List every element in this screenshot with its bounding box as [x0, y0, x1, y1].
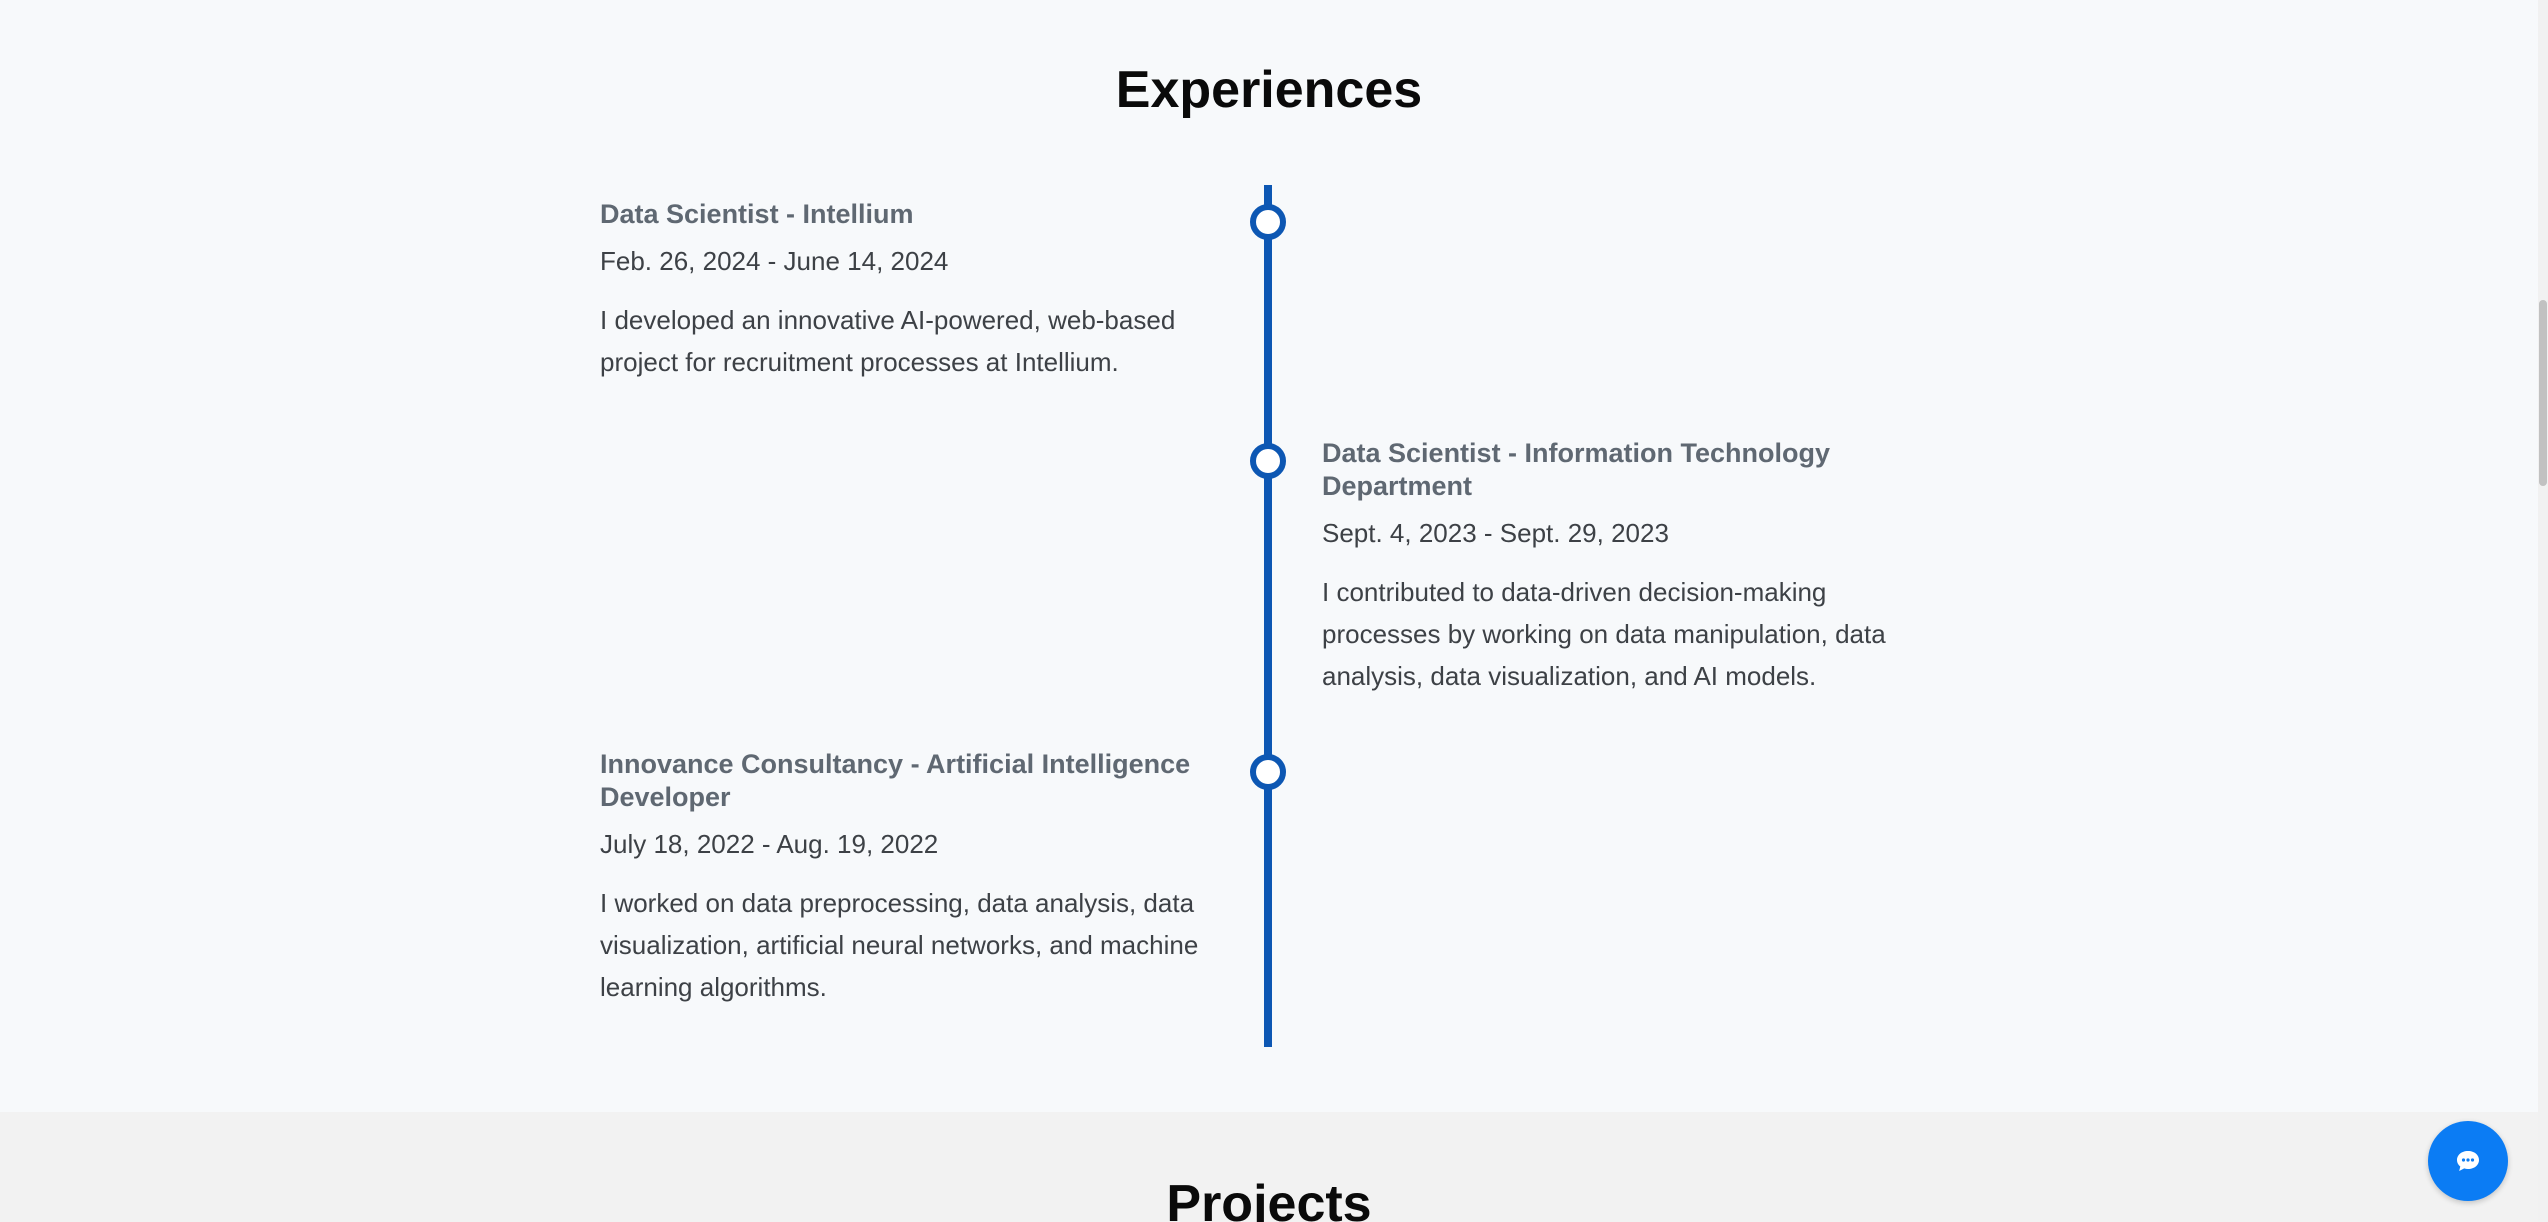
projects-heading: Projects — [1166, 1175, 1372, 1222]
chat-button[interactable] — [2428, 1121, 2508, 1201]
timeline-entry: Data Scientist - Information Technology … — [1322, 437, 1942, 697]
timeline-entry: Innovance Consultancy - Artificial Intel… — [600, 748, 1220, 1008]
chat-bubble-icon — [2457, 1151, 2479, 1171]
experiences-section: Experiences Data Scientist - Intellium F… — [0, 0, 2538, 1112]
experiences-heading: Experiences — [1115, 61, 1423, 119]
entry-date: July 18, 2022 - Aug. 19, 2022 — [600, 829, 939, 859]
entry-title: Innovance Consultancy - Artificial Intel… — [600, 749, 1191, 812]
timeline-line — [1264, 185, 1272, 1047]
timeline-dot-3 — [1250, 754, 1286, 790]
page-scrollbar[interactable] — [2538, 0, 2548, 1222]
entry-description: I developed an innovative AI-powered, we… — [600, 305, 1176, 377]
projects-section: Projects — [0, 1112, 2538, 1222]
timeline-dot-1 — [1250, 204, 1286, 240]
timeline-dot-2 — [1250, 443, 1286, 479]
entry-date: Feb. 26, 2024 - June 14, 2024 — [600, 246, 949, 276]
scrollbar-thumb[interactable] — [2539, 300, 2547, 486]
entry-description: I contributed to data-driven decision-ma… — [1322, 577, 1886, 691]
timeline-entry: Data Scientist - Intellium Feb. 26, 2024… — [600, 198, 1220, 383]
entry-date: Sept. 4, 2023 - Sept. 29, 2023 — [1322, 518, 1669, 548]
entry-title: Data Scientist - Information Technology … — [1322, 438, 1831, 501]
entry-description: I worked on data preprocessing, data ana… — [600, 888, 1199, 1002]
entry-title: Data Scientist - Intellium — [600, 199, 914, 229]
